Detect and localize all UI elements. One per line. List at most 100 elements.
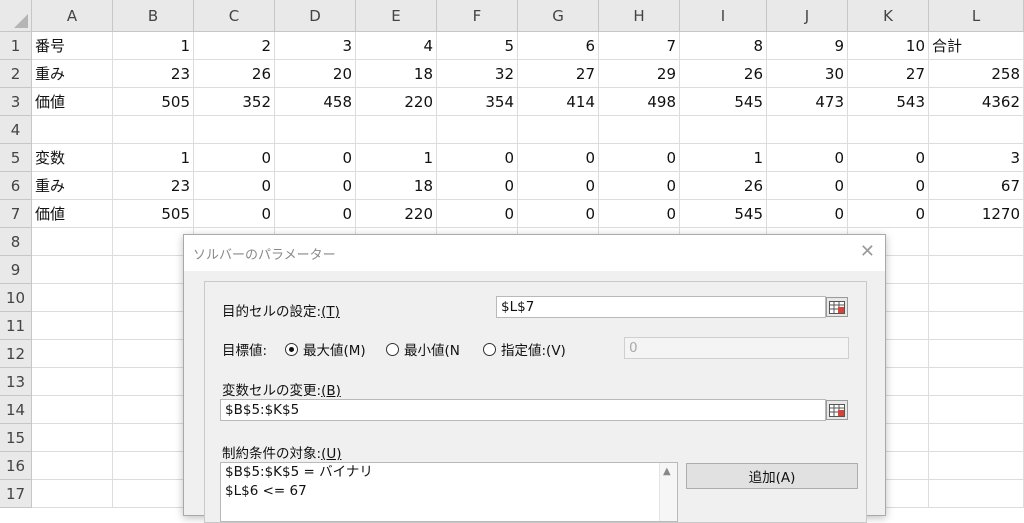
- cell-A4[interactable]: [32, 116, 113, 144]
- column-header-B[interactable]: B: [113, 0, 194, 32]
- cell-C4[interactable]: [194, 116, 275, 144]
- column-header-A[interactable]: A: [32, 0, 113, 32]
- cell-B1[interactable]: 1: [113, 32, 194, 60]
- collapse-reference-icon[interactable]: [826, 400, 848, 420]
- cell-F5[interactable]: 0: [437, 144, 518, 172]
- cell-F6[interactable]: 0: [437, 172, 518, 200]
- changing-cells-input[interactable]: $B$5:$K$5: [220, 399, 826, 421]
- column-header-I[interactable]: I: [680, 0, 767, 32]
- cell-I2[interactable]: 26: [680, 60, 767, 88]
- cell-D2[interactable]: 20: [275, 60, 356, 88]
- cell-G4[interactable]: [518, 116, 599, 144]
- cell-B11[interactable]: [113, 312, 194, 340]
- list-item[interactable]: $B$5:$K$5 = バイナリ: [221, 463, 677, 482]
- column-header-E[interactable]: E: [356, 0, 437, 32]
- cell-E2[interactable]: 18: [356, 60, 437, 88]
- cell-B15[interactable]: [113, 424, 194, 452]
- row-header-2[interactable]: 2: [0, 60, 32, 88]
- cell-K4[interactable]: [848, 116, 929, 144]
- cell-A7[interactable]: 価値: [32, 200, 113, 228]
- cell-G3[interactable]: 414: [518, 88, 599, 116]
- cell-I5[interactable]: 1: [680, 144, 767, 172]
- cell-L1[interactable]: 合計: [929, 32, 1024, 60]
- cell-G1[interactable]: 6: [518, 32, 599, 60]
- cell-L17[interactable]: [929, 480, 1024, 508]
- collapse-reference-icon[interactable]: [826, 297, 848, 317]
- cell-F4[interactable]: [437, 116, 518, 144]
- cell-J4[interactable]: [767, 116, 848, 144]
- cell-B2[interactable]: 23: [113, 60, 194, 88]
- cell-L13[interactable]: [929, 368, 1024, 396]
- cell-L10[interactable]: [929, 284, 1024, 312]
- cell-B5[interactable]: 1: [113, 144, 194, 172]
- cell-B10[interactable]: [113, 284, 194, 312]
- cell-B17[interactable]: [113, 480, 194, 508]
- radio-value-dot[interactable]: [483, 342, 496, 356]
- cell-L14[interactable]: [929, 396, 1024, 424]
- row-header-15[interactable]: 15: [0, 424, 32, 452]
- cell-B8[interactable]: [113, 228, 194, 256]
- radio-max-dot[interactable]: [285, 342, 298, 356]
- cell-K3[interactable]: 543: [848, 88, 929, 116]
- cell-L5[interactable]: 3: [929, 144, 1024, 172]
- cell-E7[interactable]: 220: [356, 200, 437, 228]
- column-header-J[interactable]: J: [767, 0, 848, 32]
- cell-C3[interactable]: 352: [194, 88, 275, 116]
- cell-K2[interactable]: 27: [848, 60, 929, 88]
- row-header-16[interactable]: 16: [0, 452, 32, 480]
- cell-B13[interactable]: [113, 368, 194, 396]
- cell-A6[interactable]: 重み: [32, 172, 113, 200]
- row-header-5[interactable]: 5: [0, 144, 32, 172]
- row-header-13[interactable]: 13: [0, 368, 32, 396]
- cell-D6[interactable]: 0: [275, 172, 356, 200]
- row-header-3[interactable]: 3: [0, 88, 32, 116]
- cell-B7[interactable]: 505: [113, 200, 194, 228]
- cell-H4[interactable]: [599, 116, 680, 144]
- cell-A14[interactable]: [32, 396, 113, 424]
- cell-A11[interactable]: [32, 312, 113, 340]
- cell-E5[interactable]: 1: [356, 144, 437, 172]
- close-icon[interactable]: ✕: [860, 241, 875, 262]
- cell-D4[interactable]: [275, 116, 356, 144]
- cell-J5[interactable]: 0: [767, 144, 848, 172]
- cell-C7[interactable]: 0: [194, 200, 275, 228]
- cell-G5[interactable]: 0: [518, 144, 599, 172]
- radio-value[interactable]: 指定値:(V): [483, 339, 566, 359]
- cell-L6[interactable]: 67: [929, 172, 1024, 200]
- cell-H2[interactable]: 29: [599, 60, 680, 88]
- cell-F1[interactable]: 5: [437, 32, 518, 60]
- cell-A2[interactable]: 重み: [32, 60, 113, 88]
- cell-L12[interactable]: [929, 340, 1024, 368]
- cell-B3[interactable]: 505: [113, 88, 194, 116]
- row-header-17[interactable]: 17: [0, 480, 32, 508]
- cell-E6[interactable]: 18: [356, 172, 437, 200]
- constraints-list[interactable]: $B$5:$K$5 = バイナリ $L$6 <= 67 ▲: [220, 462, 678, 522]
- cell-D1[interactable]: 3: [275, 32, 356, 60]
- scroll-up-icon[interactable]: ▲: [663, 466, 671, 477]
- cell-K5[interactable]: 0: [848, 144, 929, 172]
- column-header-D[interactable]: D: [275, 0, 356, 32]
- cell-A13[interactable]: [32, 368, 113, 396]
- column-header-F[interactable]: F: [437, 0, 518, 32]
- cell-F7[interactable]: 0: [437, 200, 518, 228]
- cell-J7[interactable]: 0: [767, 200, 848, 228]
- cell-F2[interactable]: 32: [437, 60, 518, 88]
- row-header-7[interactable]: 7: [0, 200, 32, 228]
- cell-A9[interactable]: [32, 256, 113, 284]
- cell-A16[interactable]: [32, 452, 113, 480]
- cell-L4[interactable]: [929, 116, 1024, 144]
- cell-A3[interactable]: 価値: [32, 88, 113, 116]
- target-value-input[interactable]: 0: [624, 337, 849, 359]
- cell-K7[interactable]: 0: [848, 200, 929, 228]
- cell-H3[interactable]: 498: [599, 88, 680, 116]
- cell-G2[interactable]: 27: [518, 60, 599, 88]
- radio-min[interactable]: 最小値(N: [386, 339, 460, 359]
- list-item[interactable]: $L$6 <= 67: [221, 482, 677, 501]
- cell-A5[interactable]: 変数: [32, 144, 113, 172]
- cell-K1[interactable]: 10: [848, 32, 929, 60]
- cell-L8[interactable]: [929, 228, 1024, 256]
- column-header-H[interactable]: H: [599, 0, 680, 32]
- cell-A17[interactable]: [32, 480, 113, 508]
- row-header-12[interactable]: 12: [0, 340, 32, 368]
- cell-L3[interactable]: 4362: [929, 88, 1024, 116]
